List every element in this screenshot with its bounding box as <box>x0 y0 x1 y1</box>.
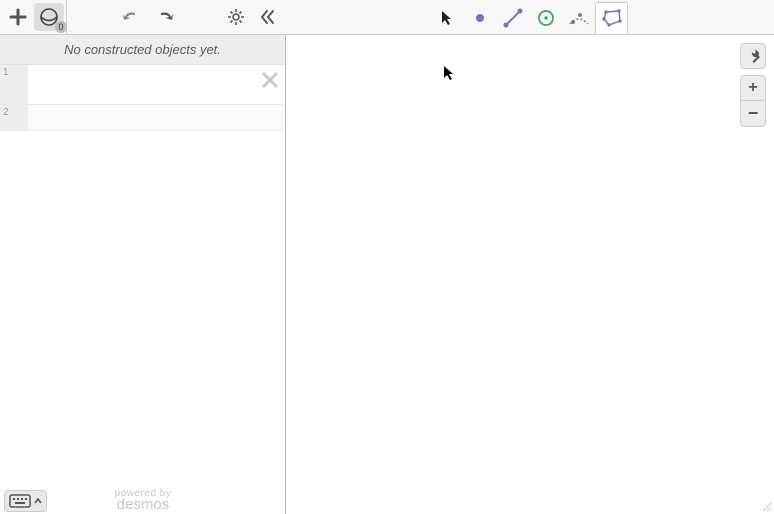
canvas-cursor-icon <box>442 65 456 81</box>
plus-icon: + <box>748 79 757 97</box>
close-icon <box>261 71 279 89</box>
settings-button[interactable] <box>222 1 250 33</box>
redo-icon <box>155 9 175 25</box>
undo-icon <box>121 9 141 25</box>
compass-icon <box>568 8 590 28</box>
row-index: 1 <box>0 65 28 104</box>
polygon-icon <box>601 8 623 28</box>
expression-row[interactable]: 1 <box>0 65 285 105</box>
keyboard-icon <box>9 494 31 508</box>
wrench-icon <box>745 48 761 64</box>
segment-icon <box>503 8 523 28</box>
zoom-out-button[interactable]: − <box>740 101 766 127</box>
settings-group <box>222 1 286 33</box>
graph-settings-button[interactable] <box>740 43 766 69</box>
delete-row-button[interactable] <box>261 71 279 89</box>
topbar: 0 <box>0 0 774 35</box>
row-index: 2 <box>0 105 28 130</box>
gear-icon <box>227 8 245 26</box>
resize-grip-icon[interactable] <box>762 502 772 512</box>
add-geo-group: 0 <box>0 0 67 34</box>
construction-toolbar <box>430 0 628 35</box>
expression-row[interactable]: 2 <box>0 105 285 131</box>
add-button[interactable] <box>2 1 34 33</box>
plus-icon <box>9 8 27 26</box>
tool-compass[interactable] <box>562 2 595 34</box>
keyboard-toggle-button[interactable] <box>4 490 47 512</box>
graph-canvas[interactable]: + − <box>286 35 774 514</box>
geo-count-badge: 0 <box>55 21 67 33</box>
canvas-controls: + − <box>740 43 766 127</box>
undo-button[interactable] <box>117 1 145 33</box>
tool-point[interactable] <box>463 2 496 34</box>
zoom-group: + − <box>740 75 766 127</box>
expression-input[interactable] <box>28 105 285 130</box>
empty-objects-notice: No constructed objects yet. <box>0 35 285 65</box>
main: No constructed objects yet. 1 2 powered … <box>0 35 774 514</box>
redo-button[interactable] <box>151 1 179 33</box>
undo-redo-group <box>117 1 179 33</box>
expression-sidebar: No constructed objects yet. 1 2 powered … <box>0 35 286 514</box>
tool-polygon[interactable] <box>595 2 628 34</box>
expression-input[interactable] <box>28 65 285 104</box>
zoom-in-button[interactable]: + <box>740 75 766 101</box>
cursor-icon <box>440 10 454 26</box>
point-icon <box>473 11 487 25</box>
chevron-double-left-icon <box>259 8 277 26</box>
tool-segment[interactable] <box>496 2 529 34</box>
tool-circle[interactable] <box>529 2 562 34</box>
chevron-up-icon <box>34 497 42 505</box>
tool-select[interactable] <box>430 2 463 34</box>
left-tools: 0 <box>0 0 286 34</box>
minus-icon: − <box>748 103 759 124</box>
collapse-panel-button[interactable] <box>254 1 282 33</box>
sidebar-footer <box>0 488 286 514</box>
geometry-layers-button[interactable]: 0 <box>34 3 64 31</box>
circle-icon <box>536 8 556 28</box>
